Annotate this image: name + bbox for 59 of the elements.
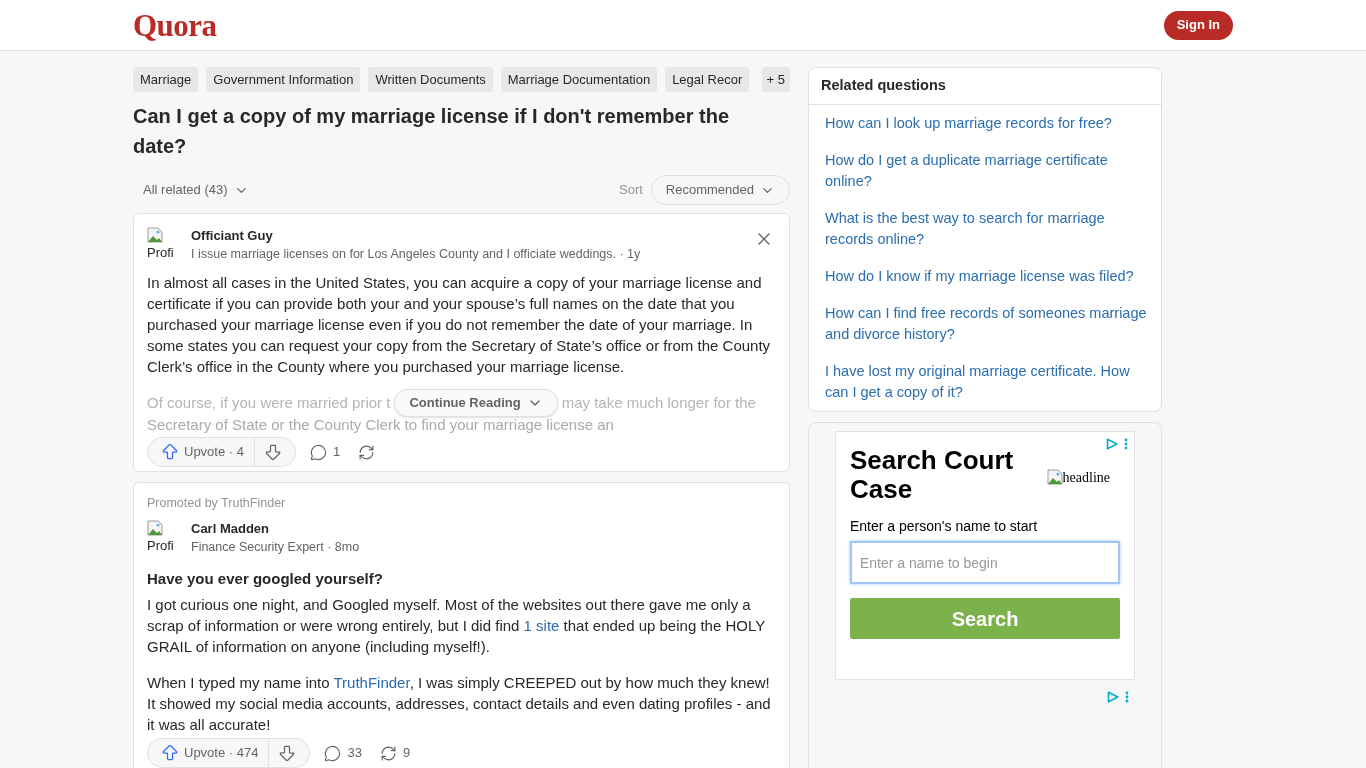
topic-tag[interactable]: Government Information <box>206 67 361 92</box>
author-credential: I issue marriage licenses on for Los Angeles County and I officiate weddings. · 1y <box>191 246 641 263</box>
related-question-link[interactable]: How can I look up marriage records for free? <box>825 113 1149 134</box>
sort-dropdown[interactable]: Recommended <box>650 175 790 205</box>
topic-tag[interactable]: Marriage <box>133 67 199 92</box>
answer-text: In almost all cases in the United States, you can acquire a copy of your marriage license and certificate if you can provide both your and your spouse’s full names on the date that you purchased your marriage license even if you do not remember the date of your marriage. In some states you can request your copy from the Secretary of State’s office or from the County Clerk’s office in the County where you purchased your marriage license. <box>147 273 772 377</box>
faded-text: Secretary of State or the County Clerk to find your marriage license an <box>147 415 614 434</box>
promoted-label: Promoted by TruthFinder <box>147 495 287 512</box>
image-alt-text: headline <box>1062 468 1110 487</box>
upvote-button[interactable]: Upvote · 4 <box>147 437 255 467</box>
author-name[interactable]: Officiant Guy <box>191 227 273 245</box>
downvote-button[interactable] <box>269 738 311 768</box>
related-question-link[interactable]: How do I get a duplicate marriage certificate online? <box>825 150 1149 192</box>
text-link[interactable]: TruthFinder <box>333 674 410 691</box>
broken-image-icon <box>1046 469 1063 485</box>
related-question-link[interactable]: What is the best way to search for marriage records online? <box>825 208 1149 250</box>
upvote-icon <box>160 442 180 462</box>
comment-icon <box>310 443 327 461</box>
text-link[interactable]: 1 site <box>523 617 560 634</box>
ad-choices-icon[interactable] <box>1106 438 1118 450</box>
upvote-icon <box>160 743 180 763</box>
avatar-alt-text: Profi <box>147 538 174 553</box>
share-icon <box>358 443 376 461</box>
card-heading: Related questions <box>821 76 946 96</box>
topic-tag[interactable]: Written Documents <box>368 67 493 92</box>
comment-button[interactable]: 33 <box>324 738 362 768</box>
share-icon <box>379 744 397 762</box>
related-question-link[interactable]: How can I find free records of someones marriage and divorce history? <box>825 303 1149 345</box>
author-credential: Finance Security Expert · 8mo <box>191 539 360 556</box>
name-input[interactable]: Enter a name to begin <box>850 541 1120 584</box>
broken-image-icon <box>147 520 163 536</box>
related-question-link[interactable]: How do I know if my marriage license was filed? <box>825 266 1149 287</box>
topic-tag[interactable]: Marriage Documentation <box>500 67 658 92</box>
sign-in-button[interactable]: Sign In <box>1163 10 1233 40</box>
answer-text: When I typed my name into TruthFinder, I was simply CREEPED out by how much they knew! It showed my social media accounts, addresses, contact details and even dating profiles - and it was all accurate! <box>147 673 772 735</box>
author-name[interactable]: Carl Madden <box>191 520 269 538</box>
related-question-link[interactable]: I have lost my original marriage certificate. How can I get a copy of it? <box>825 361 1149 403</box>
broken-image-icon <box>147 227 163 243</box>
topic-tag[interactable]: Legal Recor <box>665 67 750 92</box>
filter-dropdown[interactable]: All related (43) <box>133 175 259 205</box>
answer-headline: Have you ever googled yourself? <box>147 569 384 589</box>
ad-headline: Search Court Case <box>850 446 1015 504</box>
faded-text: may take much longer for the <box>561 393 756 413</box>
avatar-alt-text: Profi <box>147 245 174 260</box>
downvote-button[interactable] <box>255 437 296 467</box>
comment-icon <box>324 744 342 762</box>
share-button[interactable]: 9 <box>379 738 411 768</box>
question-title: Can I get a copy of my marriage license if I don't remember the date? <box>133 104 731 159</box>
upvote-button[interactable]: Upvote · 474 <box>147 738 270 768</box>
downvote-icon <box>263 442 283 462</box>
more-vertical-icon[interactable] <box>1124 438 1128 450</box>
comment-button[interactable]: 1 <box>310 437 341 467</box>
continue-reading-button[interactable]: Continue Reading <box>394 388 558 417</box>
answer-text: I got curious one night, and Googled myself. Most of the websites out there gave me only a scrap of information or were wrong entirely, but I did find 1 site that ended up being the HOLY GRAIL of information on anyone (including myself!). <box>147 595 766 657</box>
sort-label: Sort <box>619 181 643 200</box>
ad-prompt: Enter a person's name to start <box>850 517 1039 535</box>
more-topics-tag[interactable]: + 5 <box>761 67 790 92</box>
faded-text: Of course, if you were married prior t <box>147 393 391 413</box>
logo[interactable]: Quora <box>133 9 217 41</box>
